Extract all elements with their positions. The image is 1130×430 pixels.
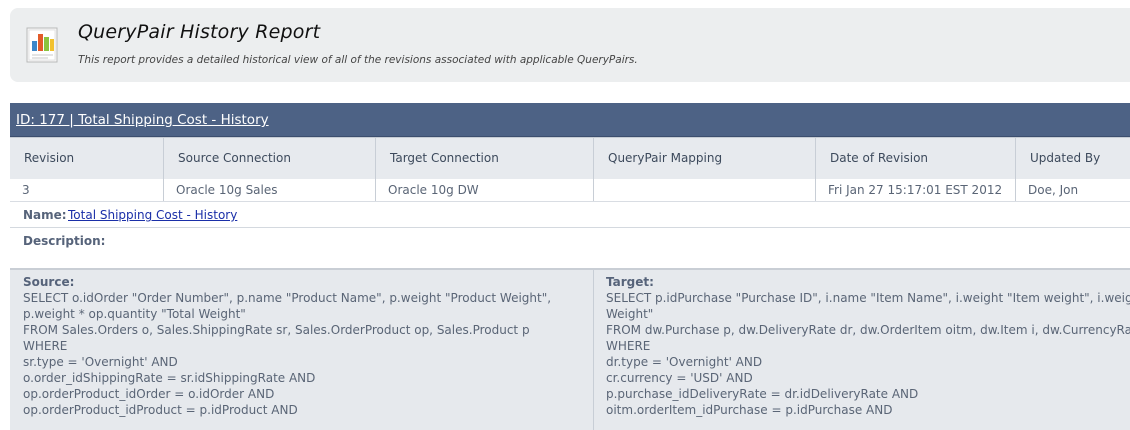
source-sql-line: op.orderProduct_idOrder = o.idOrder AND [23, 387, 275, 401]
source-label: Source: [23, 275, 75, 289]
source-sql-line: o.order_idShippingRate = sr.idShippingRa… [23, 371, 316, 385]
column-header-querypair-mapping[interactable]: QueryPair Mapping [593, 138, 815, 179]
querypair-name-link[interactable]: Total Shipping Cost - History [68, 208, 237, 222]
cell-source-connection: Oracle 10g Sales [163, 179, 375, 201]
source-sql-line: p.weight * op.quantity "Total Weight" [23, 307, 246, 321]
source-sql-line: sr.type = 'Overnight' AND [23, 355, 178, 369]
name-label: Name: [23, 208, 67, 222]
target-sql-line: Weight" [606, 307, 654, 321]
cell-target-connection: Oracle 10g DW [375, 179, 593, 201]
page-description: This report provides a detailed historic… [78, 54, 638, 66]
source-sql-line: FROM Sales.Orders o, Sales.ShippingRate … [23, 323, 530, 337]
column-header-date-of-revision[interactable]: Date of Revision [815, 138, 1015, 179]
target-sql-line: cr.currency = 'USD' AND [606, 371, 753, 385]
column-header-source-connection[interactable]: Source Connection [163, 138, 375, 179]
description-row: Description: [10, 228, 1130, 269]
history-panel: ID: 177 | Total Shipping Cost - History … [10, 103, 1130, 430]
bar-chart-report-icon [24, 25, 60, 65]
target-sql-line: p.purchase_idDeliveryRate = dr.idDeliver… [606, 387, 919, 401]
source-sql-line: op.orderProduct_idProduct = p.idProduct … [23, 403, 298, 417]
target-sql-panel: Target: SELECT p.idPurchase "Purchase ID… [593, 270, 1130, 430]
cell-updated-by: Doe, Jon [1015, 179, 1130, 201]
target-label: Target: [606, 275, 654, 289]
target-sql-line: WHERE [606, 339, 651, 353]
name-row: Name: Total Shipping Cost - History [10, 202, 1130, 228]
sql-comparison: Source: SELECT o.idOrder "Order Number",… [10, 269, 1130, 430]
column-header-target-connection[interactable]: Target Connection [375, 138, 593, 179]
column-header-updated-by[interactable]: Updated By [1015, 138, 1130, 179]
target-sql-line: SELECT p.idPurchase "Purchase ID", i.nam… [606, 291, 1130, 305]
description-label: Description: [23, 234, 106, 248]
target-sql-line: dr.type = 'Overnight' AND [606, 355, 763, 369]
source-sql-panel: Source: SELECT o.idOrder "Order Number",… [10, 270, 593, 430]
report-header: QueryPair History Report This report pro… [10, 8, 1130, 82]
cell-querypair-mapping [593, 179, 815, 201]
source-sql-line: WHERE [23, 339, 68, 353]
target-sql-line: oitm.orderItem_idPurchase = p.idPurchase… [606, 403, 893, 417]
panel-title-bar: ID: 177 | Total Shipping Cost - History [10, 103, 1130, 137]
grid-header: Revision Source Connection Target Connec… [10, 137, 1130, 180]
cell-date-of-revision: Fri Jan 27 15:17:01 EST 2012 [815, 179, 1015, 201]
page-title: QueryPair History Report [78, 21, 321, 43]
target-sql-line: FROM dw.Purchase p, dw.DeliveryRate dr, … [606, 323, 1130, 337]
column-header-revision[interactable]: Revision [10, 138, 163, 179]
table-row[interactable]: 3 Oracle 10g Sales Oracle 10g DW Fri Jan… [10, 179, 1130, 202]
source-sql-line: SELECT o.idOrder "Order Number", p.name … [23, 291, 552, 305]
cell-revision: 3 [22, 183, 30, 197]
querypair-history-link[interactable]: ID: 177 | Total Shipping Cost - History [16, 112, 269, 128]
